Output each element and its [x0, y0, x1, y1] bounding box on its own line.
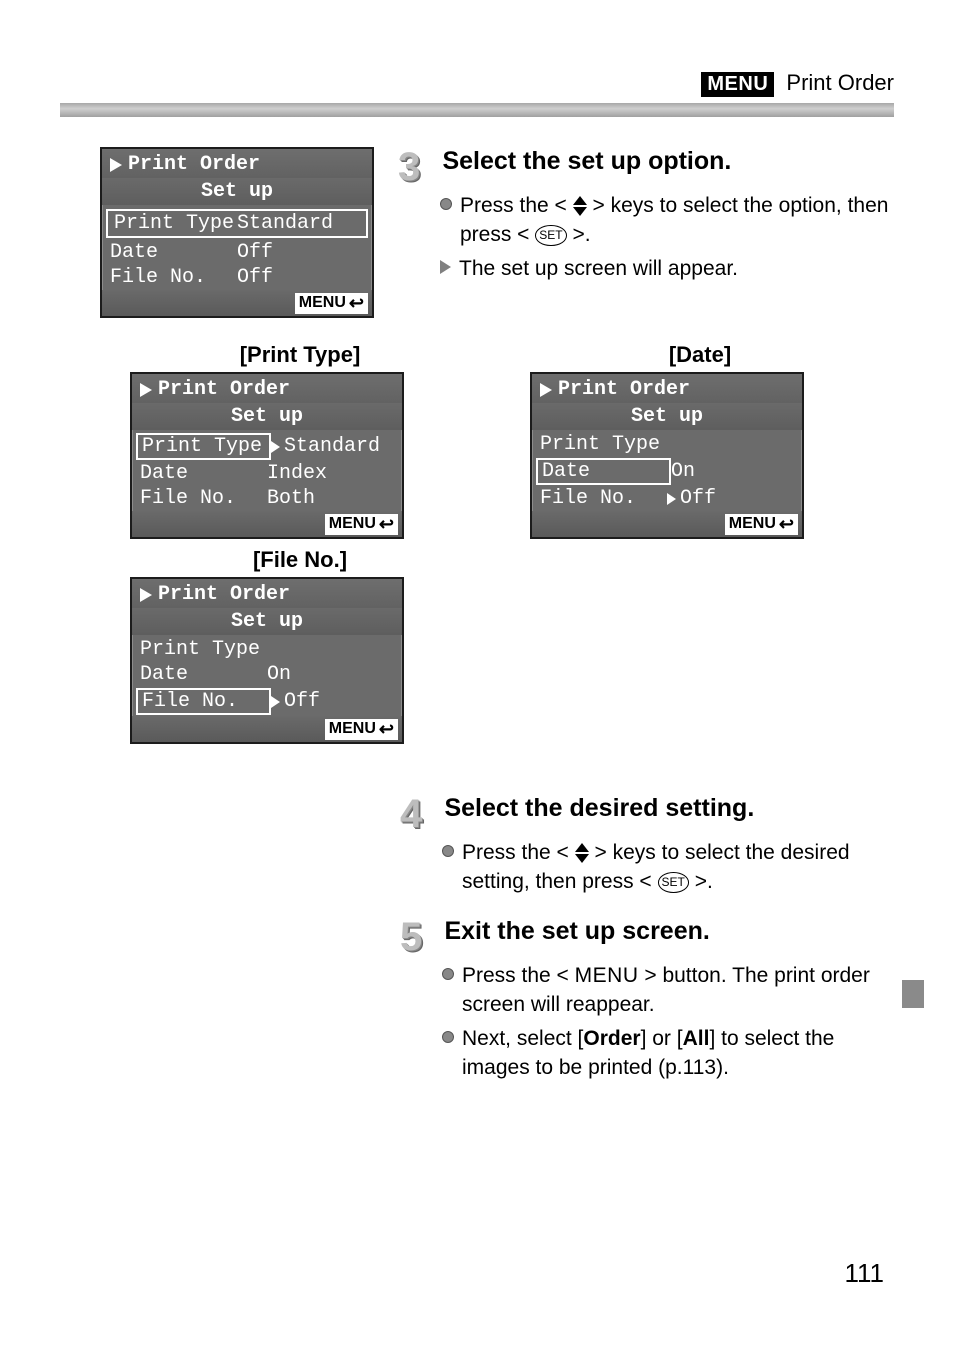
step-line: Press the < > keys to select the desired… — [462, 838, 894, 897]
result-icon — [440, 260, 451, 274]
lcd-row-value: Standard — [237, 212, 360, 235]
bullet-icon — [442, 1031, 454, 1043]
menu-chip: MENU↩ — [725, 514, 798, 535]
step-line: Press the < MENU > button. The print ord… — [462, 961, 894, 1020]
lcd-row-label: Print Type — [540, 433, 667, 456]
lcd-row-label: Date — [140, 663, 267, 686]
step-5: 5 Exit the set up screen. Press the < ME… — [400, 917, 894, 1083]
lcd-row-label: Print Type — [136, 433, 271, 460]
menu-word: MENU — [575, 964, 639, 987]
lcd-row-value: Off — [667, 487, 794, 510]
step-number: 4 — [400, 794, 436, 834]
lcd-row-value: Off — [237, 241, 364, 264]
col-head-date: [Date] — [530, 342, 870, 368]
lcd-row-value: On — [267, 663, 394, 686]
lcd-main: Print Order Set up Print Type Standard D… — [100, 147, 374, 318]
menu-chip: MENU↩ — [325, 719, 398, 740]
lcd-row-value: Both — [267, 487, 394, 510]
step-line: Press the < > keys to select the option,… — [460, 191, 894, 250]
top-row: Print Order Set up Print Type Standard D… — [60, 147, 894, 318]
return-icon: ↩ — [379, 514, 394, 535]
menu-chip-label: MENU — [299, 294, 346, 312]
lcd-row-value: On — [671, 458, 794, 485]
col-head-file-no: [File No.] — [130, 547, 470, 573]
lcd-subtitle: Set up — [532, 403, 802, 430]
step-4: 4 Select the desired setting. Press the … — [400, 794, 894, 897]
lcd-subtitle: Set up — [132, 608, 402, 635]
lcd-subtitle: Set up — [132, 403, 402, 430]
selected-icon — [271, 441, 280, 453]
lcd-row-label: Date — [140, 462, 267, 485]
return-icon: ↩ — [779, 514, 794, 535]
set-icon: SET — [535, 225, 566, 246]
lcd-row-value: Off — [271, 688, 394, 715]
page-number: 111 — [844, 1258, 884, 1289]
step-3: 3 Select the set up option. Press the < … — [398, 147, 894, 283]
step-line: The set up screen will appear. — [459, 254, 738, 283]
lcd-row-label: Date — [536, 458, 671, 485]
menu-chip: MENU↩ — [295, 293, 368, 314]
lcd-row-label: File No. — [110, 266, 237, 289]
bullet-icon — [442, 845, 454, 857]
lcd-row-label: File No. — [136, 688, 271, 715]
lcd-file-no: Print Order Set up Print Type Date On Fi… — [130, 577, 404, 744]
page: MENU Print Order Print Order Set up Prin… — [0, 0, 954, 1349]
header: MENU Print Order — [60, 70, 894, 97]
menu-chip: MENU↩ — [325, 514, 398, 535]
lcd-title: Print Order — [558, 378, 690, 401]
lcd-date: Print Order Set up Print Type Date On Fi… — [530, 372, 804, 539]
step-title: Select the set up option. — [442, 147, 731, 175]
play-icon — [110, 158, 122, 172]
return-icon: ↩ — [379, 719, 394, 740]
lcd-main-title: Print Order — [128, 153, 260, 176]
play-icon — [140, 383, 152, 397]
lcd-row-label: File No. — [540, 487, 667, 510]
lcd-title: Print Order — [158, 378, 290, 401]
step-number: 3 — [398, 147, 434, 187]
lcd-title: Print Order — [158, 583, 290, 606]
col-head-print-type: [Print Type] — [130, 342, 470, 368]
play-icon — [540, 383, 552, 397]
selected-icon — [667, 493, 676, 505]
mid-grid: [Print Type] Print Order Set up Print Ty… — [130, 342, 870, 744]
bullet-icon — [442, 968, 454, 980]
lcd-row-value — [667, 433, 794, 456]
lcd-row-value — [267, 638, 394, 661]
set-icon: SET — [658, 872, 689, 893]
step-line: Next, select [Order] or [All] to select … — [462, 1024, 894, 1083]
lcd-row-label: Print Type — [114, 212, 237, 235]
step-title: Exit the set up screen. — [444, 917, 709, 945]
play-icon — [140, 588, 152, 602]
lcd-row-value: Off — [237, 266, 364, 289]
bullet-icon — [440, 198, 452, 210]
lcd-main-subtitle: Set up — [102, 178, 372, 205]
return-icon: ↩ — [349, 293, 364, 314]
updown-icon — [575, 843, 589, 863]
menu-badge: MENU — [701, 72, 774, 97]
step-number: 5 — [400, 917, 436, 957]
selected-icon — [271, 696, 280, 708]
lcd-print-type: Print Order Set up Print Type Standard D… — [130, 372, 404, 539]
lcd-row-label: Print Type — [140, 638, 267, 661]
updown-icon — [573, 196, 587, 216]
side-tab — [902, 980, 924, 1008]
lcd-row-value: Standard — [271, 433, 394, 460]
step-title: Select the desired setting. — [444, 794, 754, 822]
lcd-row-value: Index — [267, 462, 394, 485]
lcd-row-label: Date — [110, 241, 237, 264]
header-divider — [60, 103, 894, 117]
header-title: Print Order — [786, 70, 894, 95]
lcd-row-label: File No. — [140, 487, 267, 510]
